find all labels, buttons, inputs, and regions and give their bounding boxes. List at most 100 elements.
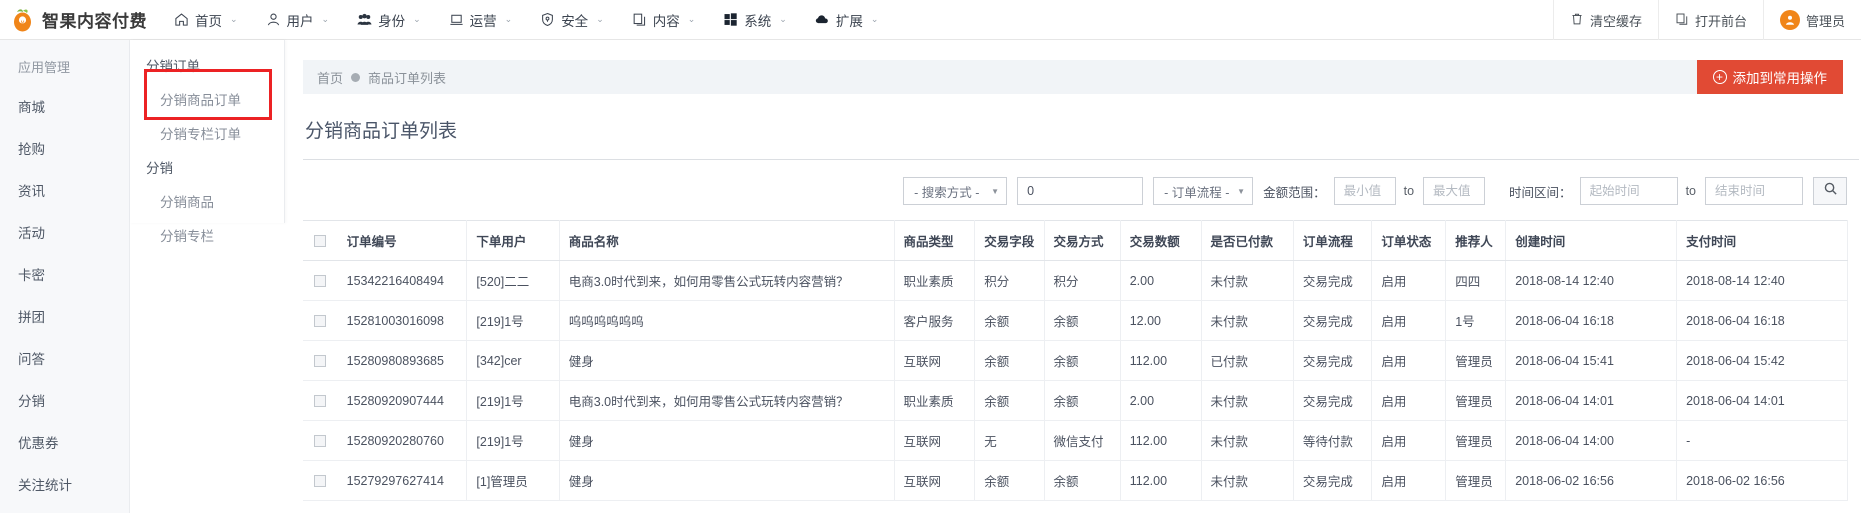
sidebar-item-news[interactable]: 资讯 bbox=[0, 169, 129, 211]
top-menu-item-security[interactable]: 安全 ⌄ bbox=[526, 0, 618, 40]
time-start-input[interactable] bbox=[1579, 177, 1678, 205]
row-select-cell bbox=[303, 340, 338, 381]
cell-paid-time: 2018-06-04 16:18 bbox=[1676, 300, 1848, 341]
order-flow-select[interactable]: - 订单流程 - ▼ bbox=[1153, 177, 1254, 205]
time-end-input[interactable] bbox=[1705, 177, 1803, 205]
cell-order-flow: 交易完成 bbox=[1293, 300, 1373, 341]
submenu-item-distribution-column[interactable]: 分销专栏 bbox=[130, 218, 284, 252]
brand[interactable]: M 智果内容付费 bbox=[0, 7, 160, 33]
amount-range-to-label: to bbox=[1403, 184, 1415, 198]
cell-trade-field: 余额 bbox=[974, 380, 1045, 421]
table-row[interactable]: 15281003016098 [219]1号 呜呜呜呜呜呜 客户服务 余额 余额… bbox=[303, 300, 1848, 341]
table-row[interactable]: 15280920280760 [219]1号 健身 互联网 无 微信支付 112… bbox=[303, 420, 1848, 461]
submenu-item-distribution-goods[interactable]: 分销商品 bbox=[130, 184, 284, 218]
chevron-down-icon: ⌄ bbox=[413, 14, 421, 24]
cell-paid: 已付款 bbox=[1201, 340, 1294, 381]
header-goods-name: 商品名称 bbox=[559, 220, 895, 261]
header-trade-field: 交易字段 bbox=[974, 220, 1045, 261]
windows-icon bbox=[723, 12, 738, 27]
table-row[interactable]: 15279297627414 [1]管理员 健身 互联网 余额 余额 112.0… bbox=[303, 460, 1848, 501]
top-menu-item-content[interactable]: 内容 ⌄ bbox=[618, 0, 710, 40]
sidebar-item-groupbuy[interactable]: 拼团 bbox=[0, 295, 129, 337]
sidebar-item-followstats[interactable]: 关注统计 bbox=[0, 463, 129, 505]
top-menu-item-operation[interactable]: 运营 ⌄ bbox=[435, 0, 527, 40]
submenu-group-distribution: 分销 bbox=[146, 161, 173, 176]
amount-max-input[interactable] bbox=[1423, 177, 1486, 205]
cell-referrer: 四四 bbox=[1445, 260, 1507, 301]
sidebar-item-distribution[interactable]: 分销 bbox=[0, 379, 129, 421]
table-row[interactable]: 15280920907444 [219]1号 电商3.0时代到来，如何用零售公式… bbox=[303, 380, 1848, 421]
row-checkbox[interactable] bbox=[314, 355, 326, 368]
cell-order-status: 启用 bbox=[1371, 420, 1447, 461]
admin-account-button[interactable]: 管理员 bbox=[1762, 0, 1861, 40]
cell-order-no: 15279297627414 bbox=[337, 460, 468, 501]
cell-order-no: 15280980893685 bbox=[337, 340, 468, 381]
open-frontend-button[interactable]: 打开前台 bbox=[1657, 0, 1763, 40]
cell-paid-time: 2018-06-04 15:42 bbox=[1676, 340, 1848, 381]
orders-table-wrap: 订单编号 下单用户 商品名称 商品类型 交易字段 交易方式 交易数额 是否已付款… bbox=[285, 220, 1861, 501]
submenu-group-distribution-order: 分销订单 bbox=[146, 59, 200, 74]
cell-goods-type: 互联网 bbox=[894, 340, 976, 381]
header-goods-type: 商品类型 bbox=[894, 220, 976, 261]
header-paid: 是否已付款 bbox=[1201, 220, 1294, 261]
chevron-down-icon: ▼ bbox=[1237, 186, 1246, 196]
header-amount: 交易数额 bbox=[1120, 220, 1202, 261]
search-mode-select[interactable]: - 搜索方式 - ▼ bbox=[903, 177, 1008, 205]
cell-order-flow: 等待付款 bbox=[1293, 420, 1373, 461]
cell-user: [342]cer bbox=[466, 340, 560, 381]
table-row[interactable]: 15280980893685 [342]cer 健身 互联网 余额 余额 112… bbox=[303, 340, 1848, 381]
cell-trade-way: 余额 bbox=[1044, 460, 1121, 501]
submenu-item-distribution-goods-order[interactable]: 分销商品订单 bbox=[130, 82, 284, 116]
sidebar-item-cardkey[interactable]: 卡密 bbox=[0, 253, 129, 295]
cell-user: [219]1号 bbox=[466, 420, 560, 461]
row-select-cell bbox=[303, 460, 338, 501]
top-menu-item-extension[interactable]: 扩展 ⌄ bbox=[801, 0, 893, 40]
breadcrumb-home[interactable]: 首页 bbox=[317, 68, 343, 87]
submenu-item-distribution-column-order[interactable]: 分销专栏订单 bbox=[130, 116, 284, 150]
table-header-row: 订单编号 下单用户 商品名称 商品类型 交易字段 交易方式 交易数额 是否已付款… bbox=[303, 220, 1848, 261]
row-checkbox[interactable] bbox=[314, 275, 326, 288]
sidebar-header: 应用管理 bbox=[18, 60, 71, 75]
table-row[interactable]: 15342216408494 [520]二二 电商3.0时代到来，如何用零售公式… bbox=[303, 260, 1848, 301]
sidebar-item-coupon[interactable]: 优惠券 bbox=[0, 421, 129, 463]
top-menu-item-system[interactable]: 系统 ⌄ bbox=[709, 0, 801, 40]
add-to-common-actions-button[interactable]: + 添加到常用操作 bbox=[1696, 60, 1843, 94]
cell-paid: 未付款 bbox=[1201, 380, 1294, 421]
top-menu-item-identity[interactable]: 身份 ⌄ bbox=[343, 0, 435, 40]
top-menu-item-home[interactable]: 首页 ⌄ bbox=[160, 0, 252, 40]
cell-trade-way: 余额 bbox=[1044, 300, 1121, 341]
sidebar-item-activity[interactable]: 活动 bbox=[0, 211, 129, 253]
cell-order-flow: 交易完成 bbox=[1293, 380, 1373, 421]
sidebar-item-flashsale[interactable]: 抢购 bbox=[0, 127, 129, 169]
order-flow-value: - 订单流程 - bbox=[1164, 185, 1230, 200]
row-checkbox[interactable] bbox=[314, 475, 326, 488]
cell-order-no: 15342216408494 bbox=[337, 260, 468, 301]
cell-created-time: 2018-06-04 14:00 bbox=[1505, 420, 1678, 461]
amount-min-input[interactable] bbox=[1333, 177, 1396, 205]
select-all-checkbox[interactable] bbox=[314, 235, 326, 248]
time-range-label: 时间区间： bbox=[1509, 185, 1572, 200]
cell-referrer: 管理员 bbox=[1445, 340, 1507, 381]
row-select-cell bbox=[303, 380, 338, 421]
top-menu-label: 运营 bbox=[469, 13, 497, 29]
admin-account-label: 管理员 bbox=[1805, 13, 1845, 29]
cell-goods-type: 职业素质 bbox=[894, 260, 976, 301]
cell-trade-way: 积分 bbox=[1044, 260, 1121, 301]
top-menu: 首页 ⌄ 用户 ⌄ 身份 ⌄ 运营 ⌄ 安全 ⌄ 内容 ⌄ 系统 ⌄ 扩展 ⌄ bbox=[160, 0, 892, 40]
top-menu-item-user[interactable]: 用户 ⌄ bbox=[252, 0, 344, 40]
cell-user: [1]管理员 bbox=[466, 460, 560, 501]
group-icon bbox=[357, 12, 372, 27]
search-keyword-input[interactable] bbox=[1017, 177, 1144, 205]
cell-paid-time: - bbox=[1676, 420, 1848, 461]
sidebar-item-qa[interactable]: 问答 bbox=[0, 337, 129, 379]
clear-cache-label: 清空缓存 bbox=[1589, 13, 1642, 29]
header-referrer: 推荐人 bbox=[1445, 220, 1507, 261]
top-menu-label: 身份 bbox=[378, 13, 406, 29]
row-checkbox[interactable] bbox=[314, 435, 326, 448]
clear-cache-button[interactable]: 清空缓存 bbox=[1552, 0, 1658, 40]
sidebar-item-mall[interactable]: 商城 bbox=[0, 85, 129, 127]
search-button[interactable] bbox=[1813, 177, 1847, 205]
row-checkbox[interactable] bbox=[314, 395, 326, 408]
row-checkbox[interactable] bbox=[314, 315, 326, 328]
cell-goods-type: 互联网 bbox=[894, 460, 976, 501]
